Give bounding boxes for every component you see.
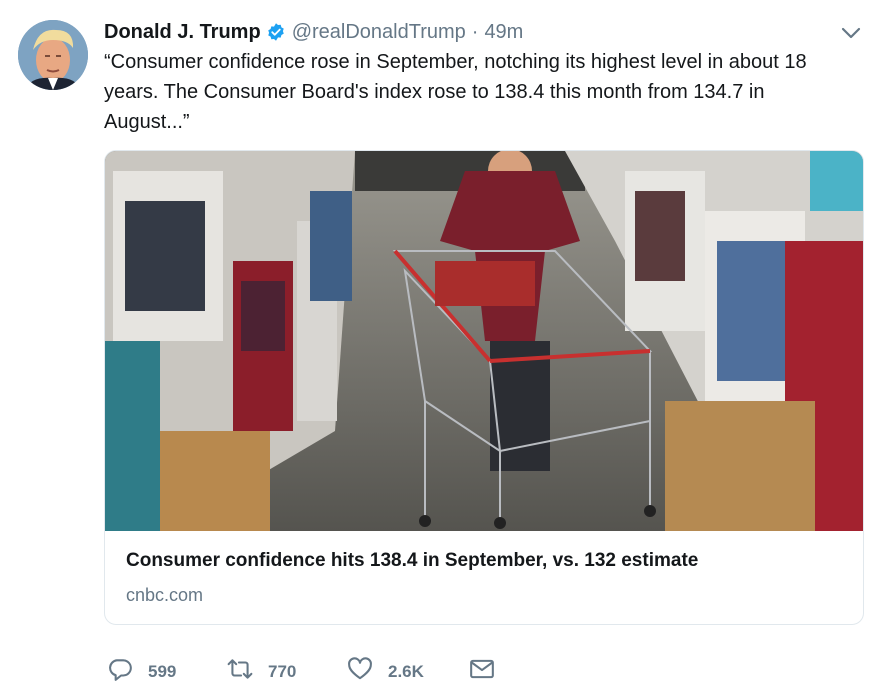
- reply-button[interactable]: 599: [107, 656, 176, 687]
- card-title[interactable]: Consumer confidence hits 138.4 in Septem…: [126, 550, 698, 572]
- retweet-icon: [227, 656, 253, 687]
- chevron-down-icon[interactable]: [840, 24, 862, 42]
- like-count: 2.6K: [388, 661, 424, 681]
- tweet[interactable]: Donald J. Trump @realDonaldTrump · 49m “…: [0, 0, 881, 697]
- retweet-count: 770: [268, 661, 297, 681]
- card-image[interactable]: [105, 151, 863, 531]
- like-button[interactable]: 2.6K: [347, 656, 424, 687]
- retweet-button[interactable]: 770: [227, 656, 296, 687]
- direct-message-button[interactable]: [469, 656, 495, 687]
- tweet-text: “Consumer confidence rose in September, …: [104, 51, 807, 133]
- envelope-icon: [469, 656, 495, 687]
- avatar-image: [18, 20, 88, 90]
- reply-icon: [107, 656, 133, 687]
- author-name[interactable]: Donald J. Trump: [104, 21, 261, 44]
- separator-dot: ·: [471, 20, 479, 43]
- heart-icon: [347, 656, 373, 687]
- link-card[interactable]: Consumer confidence hits 138.4 in Septem…: [104, 150, 864, 625]
- tweet-timestamp[interactable]: 49m: [484, 21, 523, 44]
- avatar[interactable]: [18, 20, 88, 90]
- author-handle[interactable]: @realDonaldTrump: [292, 21, 466, 44]
- tweet-header: Donald J. Trump @realDonaldTrump · 49m: [104, 17, 523, 47]
- verified-badge-icon: [266, 22, 286, 42]
- reply-count: 599: [148, 661, 177, 681]
- card-domain: cnbc.com: [126, 585, 204, 605]
